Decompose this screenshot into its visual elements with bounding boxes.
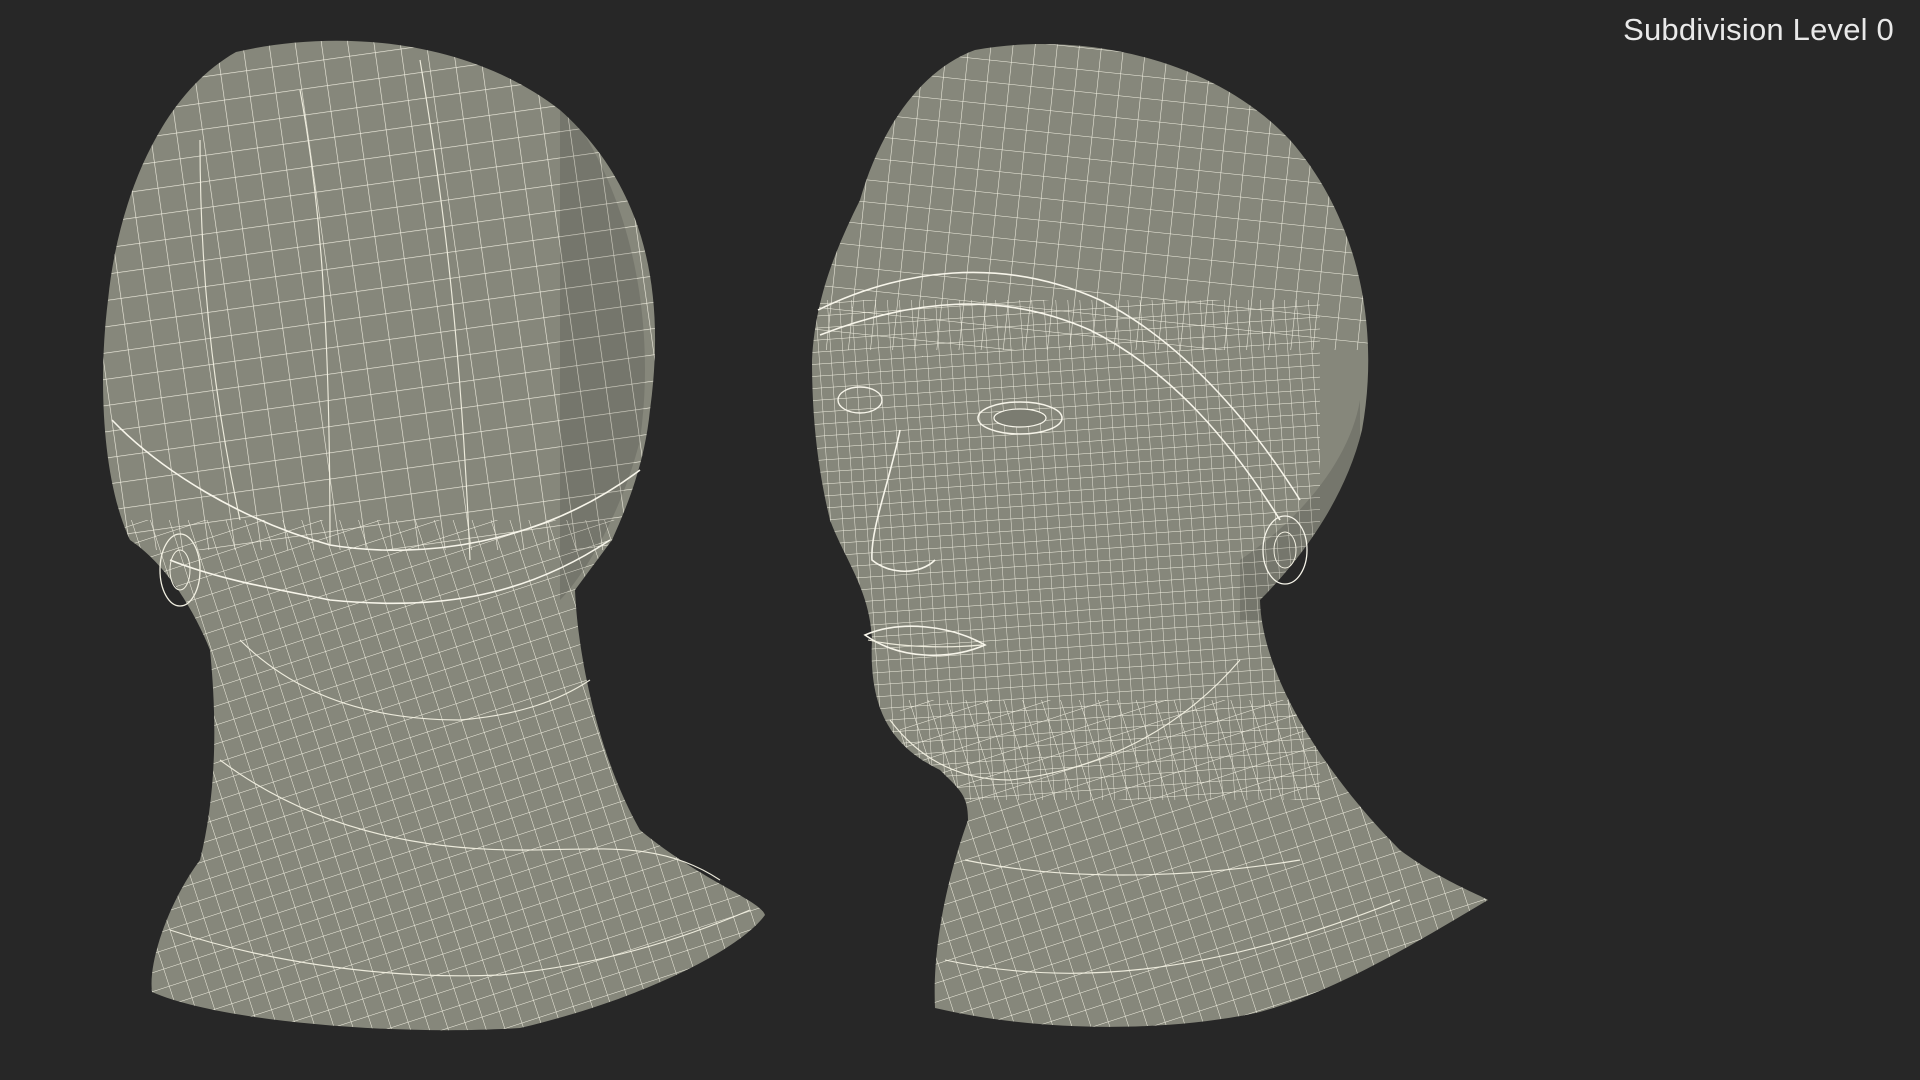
- render-viewport: Subdivision Level 0: [0, 0, 1920, 1080]
- wireframe-scene: [103, 40, 1488, 1031]
- head-front-three-quarter: [812, 44, 1488, 1027]
- subdivision-level-label: Subdivision Level 0: [1623, 12, 1894, 47]
- head-back-three-quarter: [103, 40, 766, 1031]
